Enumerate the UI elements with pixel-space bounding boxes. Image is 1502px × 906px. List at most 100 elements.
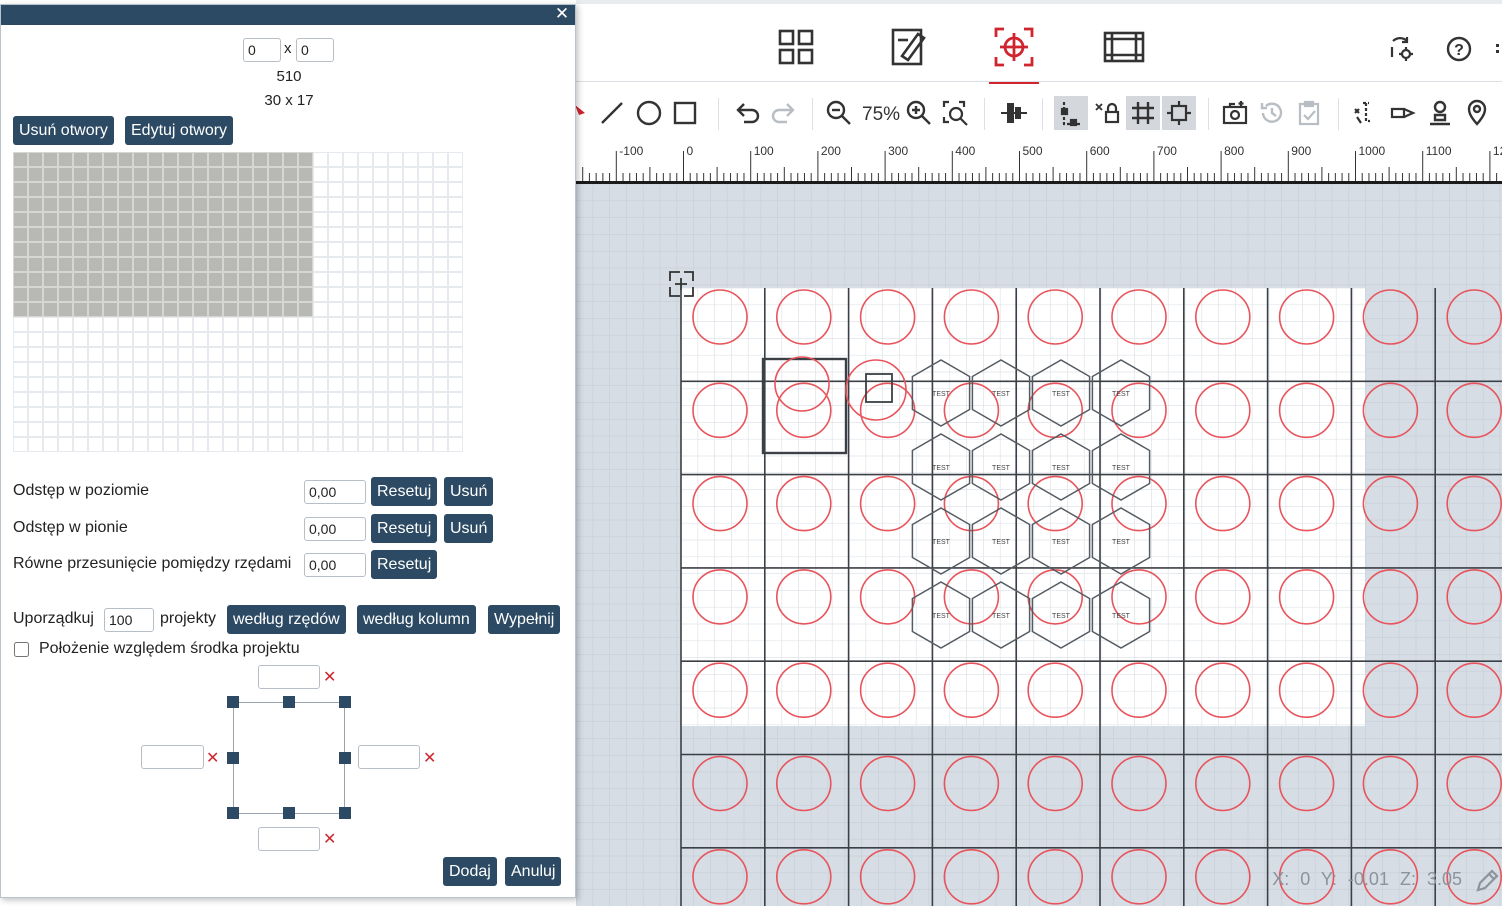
grid-cell-filled (238, 197, 253, 212)
arrange-count-input[interactable] (104, 608, 154, 632)
grid-cell-empty (118, 362, 133, 377)
circle-tool[interactable] (632, 96, 666, 130)
pencil-icon[interactable] (1474, 868, 1500, 894)
center-position-checkbox[interactable] (14, 642, 29, 657)
zoom-fit-button[interactable] (939, 96, 973, 130)
grid-cell-filled (268, 257, 283, 272)
margin-bottom-input[interactable] (258, 827, 320, 851)
arrange-by-rows-button[interactable]: według rzędów (227, 605, 346, 634)
grid-toggle-icon (1132, 102, 1154, 124)
location-pin-button[interactable] (1460, 96, 1494, 130)
center-button[interactable] (1162, 96, 1196, 130)
grid-toggle-button[interactable] (1126, 96, 1160, 130)
undo-button[interactable] (731, 96, 765, 130)
margin-top-input[interactable] (258, 665, 320, 689)
handle-bottom-right[interactable] (339, 807, 351, 819)
grid-cell-filled (163, 197, 178, 212)
redo-button[interactable] (766, 96, 800, 130)
margin-left-input[interactable] (141, 745, 204, 769)
arrange-prefix-label: Uporządkuj (13, 610, 94, 627)
grid-cell-empty (88, 392, 103, 407)
vertical-spacing-input[interactable] (304, 517, 366, 541)
grid-cell-empty (118, 407, 133, 422)
toolbar-divider (984, 98, 985, 130)
clear-right-icon[interactable]: ✕ (423, 750, 436, 766)
grid-cell-filled (13, 212, 28, 227)
sensor-icon (1390, 107, 1416, 119)
clear-bottom-icon[interactable]: ✕ (323, 831, 336, 847)
grid-cell-empty (448, 407, 463, 422)
help-button[interactable]: ? (1444, 34, 1474, 64)
grid-cell-empty (373, 347, 388, 362)
sync-settings-button[interactable] (1386, 34, 1416, 64)
handle-left[interactable] (227, 752, 239, 764)
lock-button[interactable] (1090, 96, 1124, 130)
camera-button[interactable] (1218, 96, 1252, 130)
handle-top[interactable] (283, 696, 295, 708)
snap-button[interactable] (1054, 96, 1088, 130)
more-button[interactable] (1490, 34, 1502, 64)
zoom-out-button[interactable] (822, 96, 856, 130)
fill-button[interactable]: Wypełnij (488, 605, 561, 634)
zoom-in-button[interactable] (902, 96, 936, 130)
close-icon[interactable]: ✕ (553, 5, 571, 23)
frame-mode-tab[interactable] (1099, 22, 1149, 72)
handle-bottom-left[interactable] (227, 807, 239, 819)
grid-cell-filled (298, 242, 313, 257)
add-button[interactable]: Dodaj (443, 857, 497, 886)
grid-cell-empty (58, 377, 73, 392)
hexagon-label: TEST (1052, 613, 1071, 620)
remove-holes-button[interactable]: Usuń otwory (13, 116, 114, 145)
grid-cell-empty (448, 197, 463, 212)
cancel-button[interactable]: Anuluj (505, 857, 562, 886)
horizontal-reset-button[interactable]: Resetuj (371, 477, 438, 506)
grid-cell-filled (238, 287, 253, 302)
grid-cell-empty (238, 422, 253, 437)
row-offset-reset-button[interactable]: Resetuj (371, 550, 438, 579)
line-tool[interactable] (595, 96, 629, 130)
grid-cell-empty (73, 422, 88, 437)
clear-top-icon[interactable]: ✕ (323, 669, 336, 685)
horizontal-remove-button[interactable]: Usuń (444, 477, 494, 506)
grid-cell-filled (178, 227, 193, 242)
grid-cell-filled (238, 167, 253, 182)
handle-right[interactable] (339, 752, 351, 764)
margin-right-input[interactable] (358, 745, 420, 769)
vertical-reset-button[interactable]: Resetuj (371, 514, 438, 543)
horizontal-spacing-input[interactable] (304, 480, 366, 504)
grid-cell-filled (223, 197, 238, 212)
cell-grid-preview[interactable] (13, 152, 463, 452)
grid-cell-filled (298, 227, 313, 242)
history-button[interactable] (1255, 96, 1289, 130)
grid-cell-empty (418, 407, 433, 422)
edit-mode-tab[interactable] (884, 22, 934, 72)
arrange-by-columns-button[interactable]: według kolumn (357, 605, 476, 634)
grid-cell-empty (328, 302, 343, 317)
position-mode-tab[interactable] (989, 22, 1039, 86)
hole-circle (1446, 755, 1502, 812)
stamp-button[interactable] (1423, 96, 1457, 130)
layout-mode-tab[interactable] (771, 22, 821, 72)
clipboard-check-button[interactable] (1292, 96, 1326, 130)
clear-left-icon[interactable]: ✕ (206, 750, 219, 766)
columns-input[interactable] (243, 38, 281, 62)
sensor-button[interactable] (1386, 96, 1420, 130)
grid-cell-empty (283, 392, 298, 407)
align-button[interactable] (997, 96, 1031, 130)
grid-cell-filled (253, 167, 268, 182)
row-offset-input[interactable] (304, 553, 366, 577)
edit-holes-button[interactable]: Edytuj otwory (125, 116, 234, 145)
handle-bottom[interactable] (283, 807, 295, 819)
grid-cell-empty (58, 332, 73, 347)
ruler-label: 400 (955, 144, 975, 158)
vertical-remove-button[interactable]: Usuń (444, 514, 494, 543)
trace-button[interactable] (1348, 96, 1382, 130)
grid-cell-empty (223, 437, 238, 452)
rows-input[interactable] (296, 38, 334, 62)
work-canvas[interactable]: TEST TEST TEST TEST TEST TEST TEST TEST TEST TEST… (576, 184, 1502, 906)
handle-top-left[interactable] (227, 696, 239, 708)
handle-top-right[interactable] (339, 696, 351, 708)
grid-cell-empty (133, 407, 148, 422)
rectangle-tool[interactable] (668, 96, 702, 130)
grid-cell-filled (178, 287, 193, 302)
